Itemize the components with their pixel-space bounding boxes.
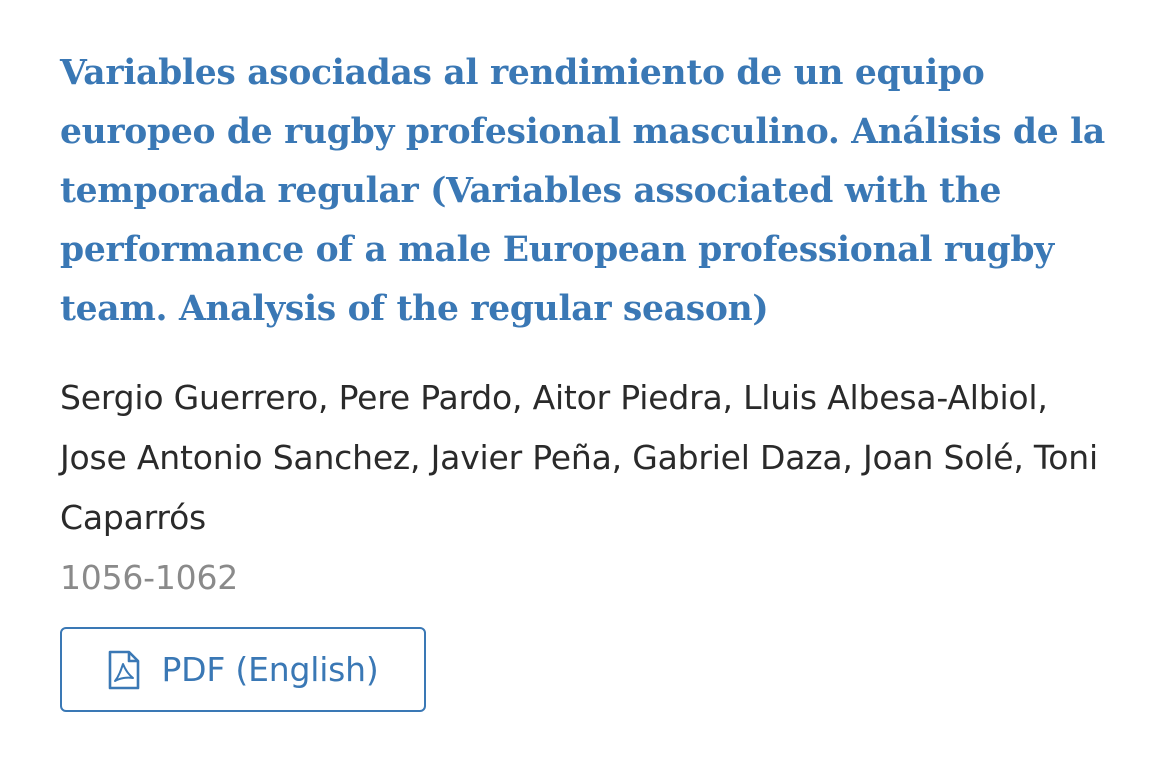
article-pages: 1056-1062 <box>60 558 239 597</box>
file-pdf-icon <box>107 650 141 690</box>
article-summary: Variables asociadas al rendimiento de un… <box>60 44 1120 608</box>
article-authors: Sergio Guerrero, Pere Pardo, Aitor Piedr… <box>60 378 1098 537</box>
article-title-link[interactable]: Variables asociadas al rendimiento de un… <box>60 44 1120 339</box>
pdf-download-button[interactable]: PDF (English) <box>60 627 426 712</box>
pdf-download-label: PDF (English) <box>161 650 379 689</box>
